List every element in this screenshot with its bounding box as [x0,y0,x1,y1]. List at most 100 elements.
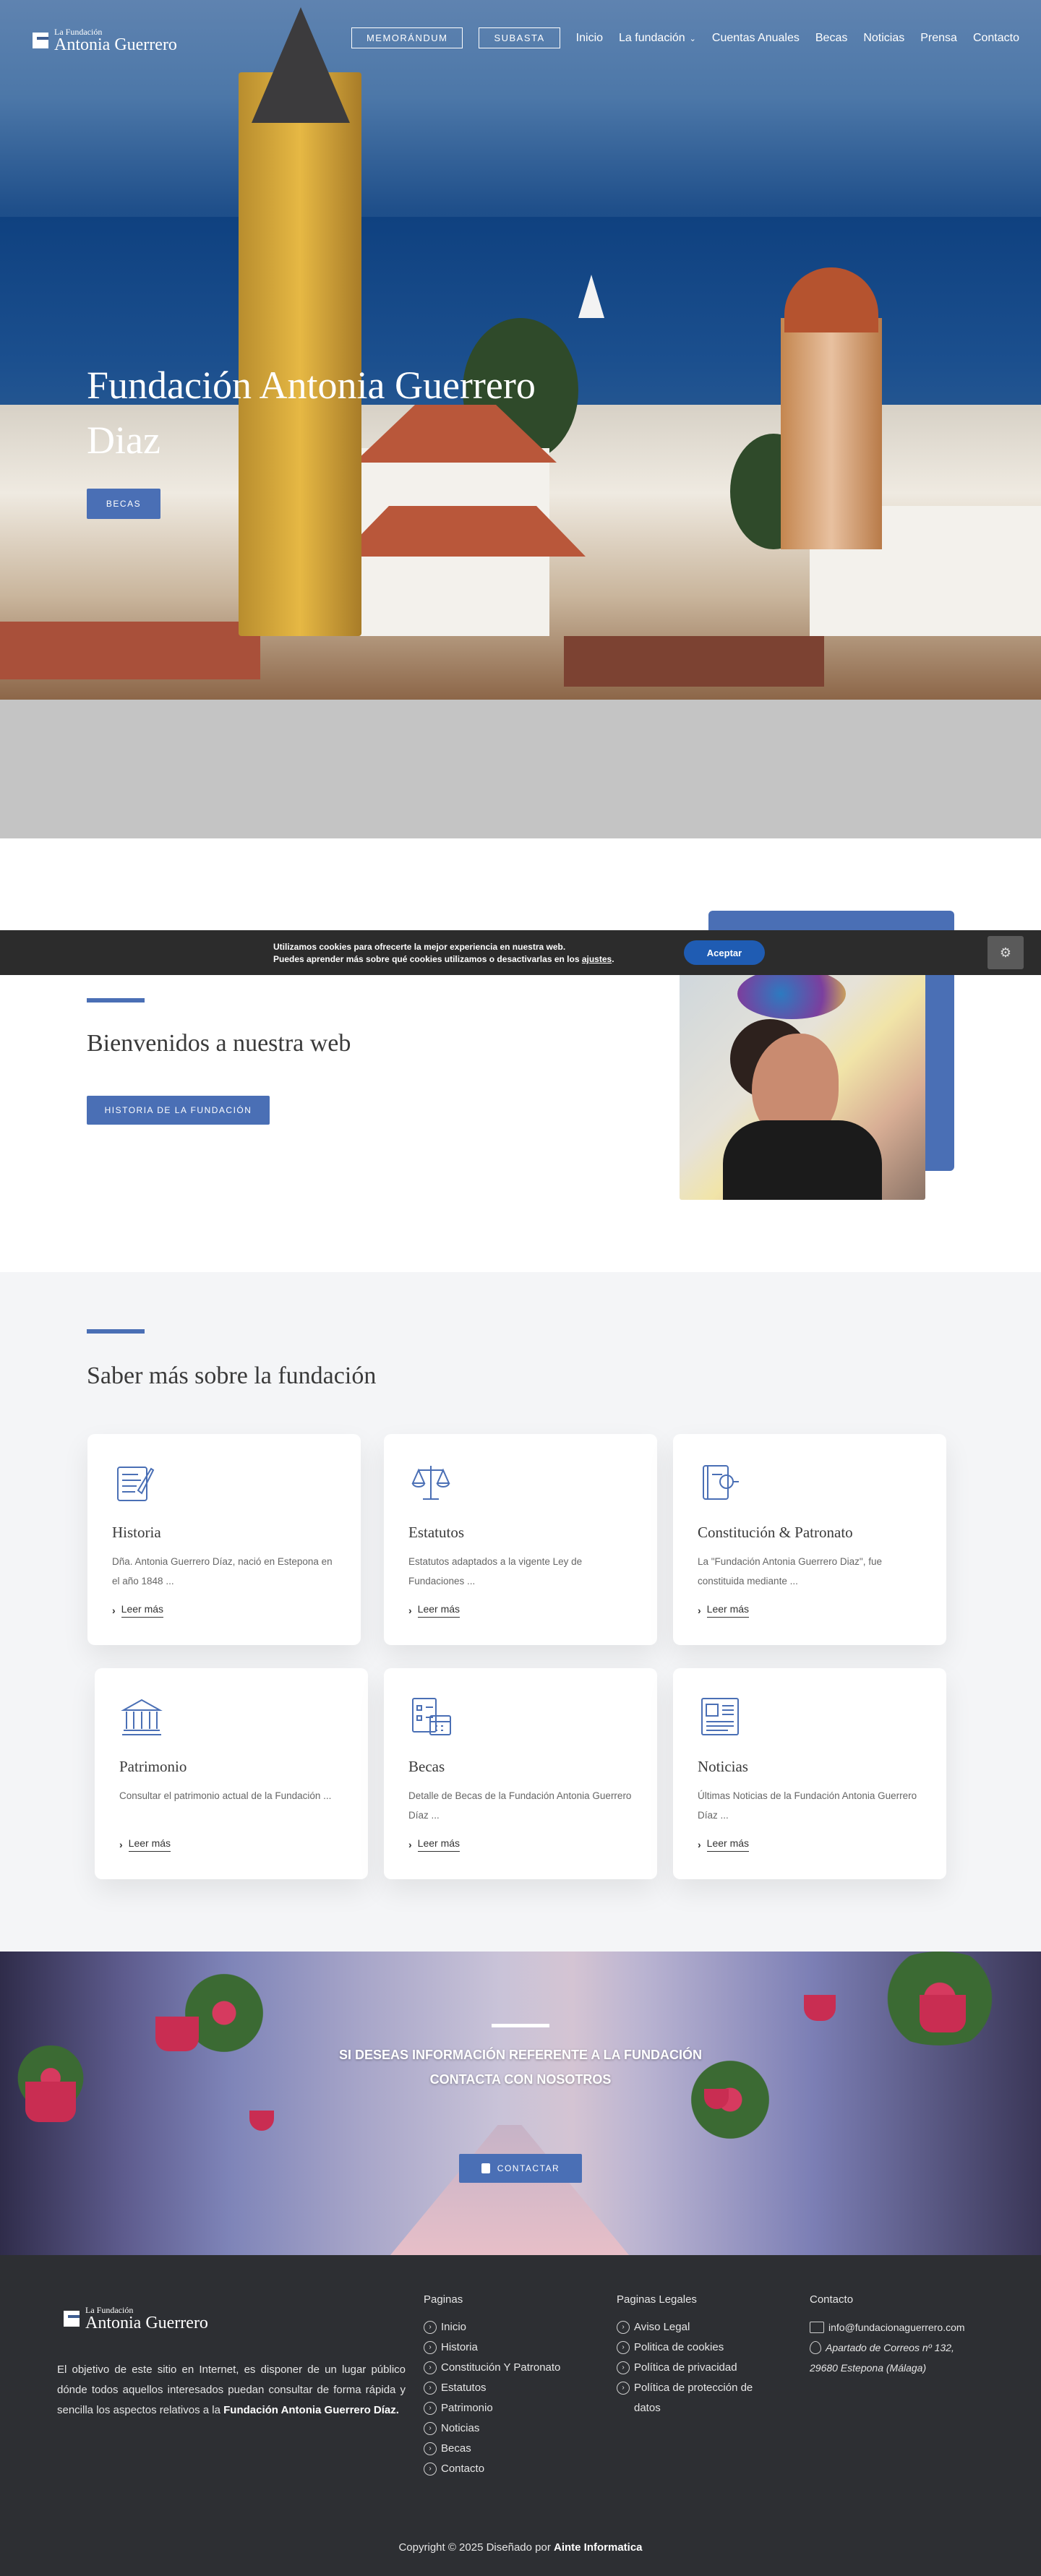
card-title: Constitución & Patronato [698,1524,853,1541]
footer-link-aviso-legal[interactable]: › Aviso Legal [617,2317,779,2337]
nav-item-noticias[interactable]: Noticias [863,32,904,45]
roof [0,622,260,679]
footer-link-noticias[interactable]: › Noticias [424,2418,560,2439]
envelope-icon [810,2322,824,2333]
read-more-link[interactable]: › Leer más [408,1603,460,1618]
chevron-circle-icon: › [424,2382,437,2395]
chevron-circle-icon: › [617,2382,630,2395]
card-estatutos[interactable]: Estatutos Estatutos adaptados a la vigen… [384,1434,657,1645]
chevron-circle-icon: › [424,2402,437,2415]
card-noticias[interactable]: Noticias Últimas Noticias de la Fundació… [673,1668,946,1879]
welcome-title: Bienvenidos a nuestra web [87,1030,351,1057]
sailboat [578,275,604,318]
logo-big-text: Antonia Guerrero [54,35,177,54]
footer-link-contacto[interactable]: › Contacto [424,2459,560,2479]
becas-button[interactable]: BECAS [87,489,160,519]
read-more-link[interactable]: › Leer más [408,1837,460,1852]
card-title: Patrimonio [119,1758,187,1775]
chevron-circle-icon: › [617,2361,630,2374]
section-accent [87,998,145,1003]
chevron-circle-icon: › [424,2361,437,2374]
chevron-circle-icon: › [424,2422,437,2435]
card-desc: Estatutos adaptados a la vigente Ley de … [408,1556,583,1587]
card-desc: Últimas Noticias de la Fundación Antonia… [698,1790,917,1821]
legal-book-icon [703,1465,739,1500]
footer-logo[interactable]: La Fundación Antonia Guerrero [64,2306,208,2332]
footer-link-label: Aviso Legal [634,2321,690,2333]
footer-link-label: Constitución Y Patronato [441,2361,561,2374]
card-desc: Consultar el patrimonio actual de la Fun… [119,1790,332,1801]
footer-contact-title: Contacto [810,2293,854,2306]
hero-image [0,0,1041,700]
cookie-settings-link[interactable]: ajustes [582,954,612,964]
nav-item-becas[interactable]: Becas [815,32,847,45]
scales-icon [411,1466,450,1500]
nav-item-la-fundacion[interactable]: La fundación ⌄ [619,32,696,45]
nav-item-contacto[interactable]: Contacto [973,32,1019,45]
chevron-right-icon: › [408,1605,412,1616]
mural-dress [723,1120,882,1200]
nav-item-cuentas-anuales[interactable]: Cuentas Anuales [712,32,800,45]
contactar-button[interactable]: CONTACTAR [459,2154,582,2183]
footer-address-1: Apartado de Correos nº 132, [826,2342,954,2353]
calendar-checklist-icon [412,1698,451,1735]
footer-link-patrimonio[interactable]: › Patrimonio [424,2398,560,2418]
footer-link-constitucion[interactable]: › Constitución Y Patronato [424,2358,560,2378]
footer-link-estatutos[interactable]: › Estatutos [424,2378,560,2398]
read-more-link[interactable]: › Leer más [698,1837,750,1852]
footer-link-proteccion-datos[interactable]: › Política de protección de datos [617,2378,779,2418]
banner-text: SI DESEAS INFORMACIÓN REFERENTE A LA FUN… [338,2048,702,2087]
chevron-circle-icon: › [617,2341,630,2354]
cookie-settings-icon[interactable]: ⚙ [988,936,1024,969]
footer-link-label: Politica de cookies [634,2341,724,2353]
hummingbird [737,969,846,1019]
footer-address-line2: 29680 Estepona (Málaga) [810,2358,998,2378]
footer-pages-title: Paginas [424,2293,463,2306]
footer-link-becas[interactable]: › Becas [424,2439,560,2459]
footer-description: El objetivo de este sitio en Internet, e… [57,2360,406,2421]
logo-big-text: Antonia Guerrero [85,2314,208,2332]
chevron-down-icon: ⌄ [689,34,696,43]
footer-link-privacidad[interactable]: › Política de privacidad [617,2358,779,2378]
footer-link-cookies[interactable]: › Politica de cookies [617,2337,779,2358]
read-more-link[interactable]: › Leer más [698,1603,750,1618]
hero-title: Fundación Antonia Guerrero Diaz [87,364,536,462]
saber-title: Saber más sobre la fundación [87,1362,377,1389]
card-constitucion[interactable]: Constitución & Patronato La "Fundación A… [673,1434,946,1645]
building-columns-icon [121,1699,163,1735]
contact-icon [481,2163,490,2173]
card-title: Noticias [698,1758,748,1775]
read-more-label: Leer más [417,1837,460,1852]
chevron-circle-icon: › [424,2463,437,2476]
memorandum-button[interactable]: MEMORÁNDUM [351,27,463,48]
card-historia[interactable]: Historia Dña. Antonia Guerrero Díaz, nac… [87,1434,361,1645]
read-more-link[interactable]: › Leer más [112,1603,164,1618]
subasta-button[interactable]: SUBASTA [479,27,560,48]
card-desc: Dña. Antonia Guerrero Díaz, nació en Est… [112,1556,333,1587]
read-more-link[interactable]: › Leer más [119,1837,171,1852]
footer-link-historia[interactable]: › Historia [424,2337,560,2358]
historia-button[interactable]: HISTORIA DE LA FUNDACIÓN [87,1096,270,1125]
cookie-bar: Utilizamos cookies para ofrecerte la mej… [0,930,1041,975]
nav-item-prensa[interactable]: Prensa [920,32,957,45]
footer-link-label: Estatutos [441,2382,487,2394]
mural-image [680,969,925,1200]
chevron-right-icon: › [119,1839,123,1850]
location-pin-icon [810,2341,821,2354]
cookie-text-2: Puedes aprender más sobre qué cookies ut… [273,954,614,964]
footer-link-inicio[interactable]: › Inicio [424,2317,560,2337]
nav-item-inicio[interactable]: Inicio [576,32,603,45]
read-more-label: Leer más [121,1603,164,1618]
footer-link-label: Becas [441,2442,471,2455]
footer-pages: Paginas › Inicio › Historia › Constitución … [424,2290,560,2479]
card-desc: La "Fundación Antonia Guerrero Diaz", fu… [698,1556,882,1587]
card-becas[interactable]: Becas Detalle de Becas de la Fundación A… [384,1668,657,1879]
card-desc: Detalle de Becas de la Fundación Antonia… [408,1790,632,1821]
footer-email[interactable]: info@fundacionaguerrero.com [810,2317,998,2337]
card-patrimonio[interactable]: Patrimonio Consultar el patrimonio actua… [95,1668,368,1879]
footer-contact: Contacto info@fundacionaguerrero.com Apa… [810,2290,998,2378]
accept-cookies-button[interactable]: Aceptar [684,940,765,965]
card-title: Estatutos [408,1524,464,1541]
site-logo[interactable]: La Fundación Antonia Guerrero [33,27,177,53]
designer-link[interactable]: Ainte Informatica [554,2541,643,2554]
